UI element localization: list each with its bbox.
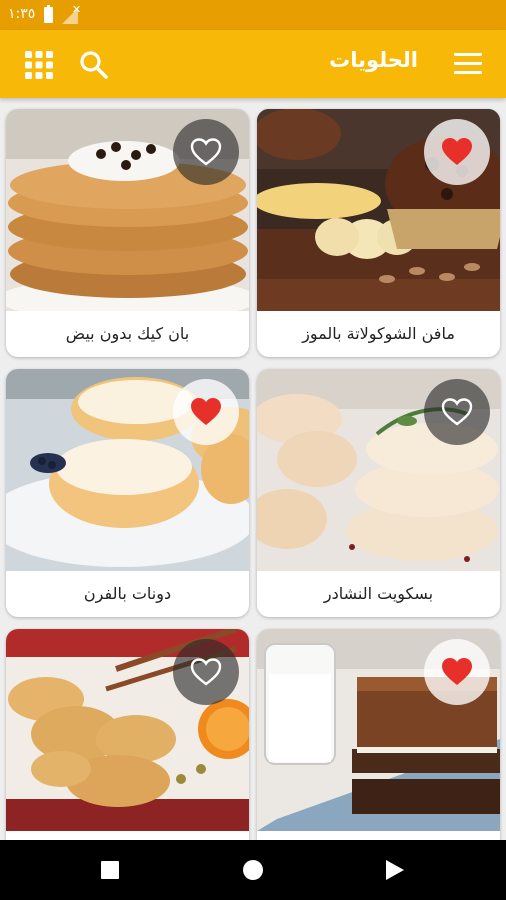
favorite-button[interactable] <box>424 119 490 185</box>
recipe-card[interactable] <box>257 629 500 840</box>
recipe-card[interactable]: مافن الشوكولاتة بالموز <box>257 109 500 357</box>
home-icon[interactable] <box>243 860 263 880</box>
recipe-name: دونات بالفرن <box>83 584 172 603</box>
recent-apps-icon[interactable] <box>101 861 119 879</box>
heart-icon <box>442 658 472 685</box>
battery-icon <box>44 5 53 23</box>
recipe-card[interactable]: بسكويت النشادر <box>257 369 500 617</box>
hamburger-menu-icon[interactable] <box>454 53 482 75</box>
status-bar: ١:٣٥ ✕ <box>0 0 506 30</box>
recipe-name: بان كيك بدون بيض <box>65 324 190 343</box>
favorite-button[interactable] <box>424 639 490 705</box>
heart-icon <box>190 658 222 686</box>
recipe-card[interactable]: دونات بالفرن <box>6 369 249 617</box>
heart-icon <box>191 398 221 425</box>
page-title: الحلويات <box>329 48 418 72</box>
recipe-name: مافن الشوكولاتة بالموز <box>302 324 455 343</box>
favorite-button[interactable] <box>173 639 239 705</box>
recipe-grid: مافن الشوكولاتة بالموز بان كيك بدون بيض <box>0 98 506 840</box>
favorite-button[interactable] <box>424 379 490 445</box>
no-signal-icon: ✕ <box>72 3 82 16</box>
grid-apps-icon[interactable] <box>24 50 54 80</box>
app-bar: الحلويات <box>0 30 506 98</box>
heart-icon <box>441 398 473 426</box>
recipe-card[interactable] <box>6 629 249 840</box>
search-icon[interactable] <box>78 49 110 81</box>
heart-icon <box>190 138 222 166</box>
recipe-name: بسكويت النشادر <box>323 584 434 603</box>
system-nav-bar <box>0 840 506 900</box>
favorite-button[interactable] <box>173 379 239 445</box>
favorite-button[interactable] <box>173 119 239 185</box>
heart-icon <box>442 138 472 165</box>
back-icon[interactable] <box>386 860 404 880</box>
status-time: ١:٣٥ <box>8 6 36 22</box>
recipe-card[interactable]: بان كيك بدون بيض <box>6 109 249 357</box>
